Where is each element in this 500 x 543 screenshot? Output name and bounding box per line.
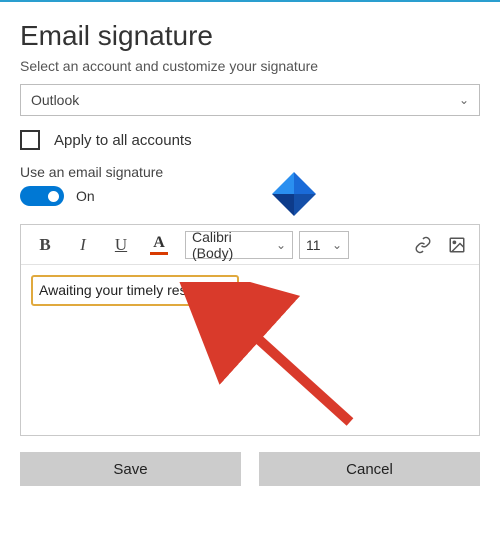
chevron-down-icon: ⌄ (459, 93, 469, 107)
italic-button[interactable]: I (65, 230, 101, 260)
font-size-select[interactable]: 11 ⌄ (299, 231, 349, 259)
signature-editor: B I U A Calibri (Body) ⌄ 11 ⌄ (20, 224, 480, 436)
apply-all-checkbox[interactable] (20, 130, 40, 150)
link-icon (414, 236, 432, 254)
chevron-down-icon: ⌄ (332, 238, 342, 252)
signature-text-highlight: Awaiting your timely response! (31, 275, 239, 306)
signature-toggle[interactable] (20, 186, 64, 206)
page-title: Email signature (20, 20, 480, 52)
watermark-logo (272, 172, 316, 216)
use-signature-label: Use an email signature (20, 164, 480, 180)
editor-toolbar: B I U A Calibri (Body) ⌄ 11 ⌄ (21, 225, 479, 265)
font-color-button[interactable]: A (141, 230, 177, 260)
apply-all-label: Apply to all accounts (54, 132, 192, 149)
underline-button[interactable]: U (103, 230, 139, 260)
account-select[interactable]: Outlook ⌄ (20, 84, 480, 116)
link-button[interactable] (407, 230, 439, 260)
editor-body[interactable]: Awaiting your timely response! (21, 265, 479, 435)
image-icon (448, 236, 466, 254)
font-size-value: 11 (306, 237, 321, 253)
toggle-state-label: On (76, 188, 95, 204)
save-button[interactable]: Save (20, 452, 241, 486)
signature-content: Awaiting your timely response! (39, 282, 229, 298)
account-select-value: Outlook (31, 92, 79, 108)
chevron-down-icon: ⌄ (276, 238, 286, 252)
font-family-value: Calibri (Body) (192, 229, 276, 261)
page-subtitle: Select an account and customize your sig… (20, 58, 480, 74)
font-family-select[interactable]: Calibri (Body) ⌄ (185, 231, 293, 259)
image-button[interactable] (441, 230, 473, 260)
text-cursor (230, 284, 231, 299)
cancel-button[interactable]: Cancel (259, 452, 480, 486)
bold-button[interactable]: B (27, 230, 63, 260)
